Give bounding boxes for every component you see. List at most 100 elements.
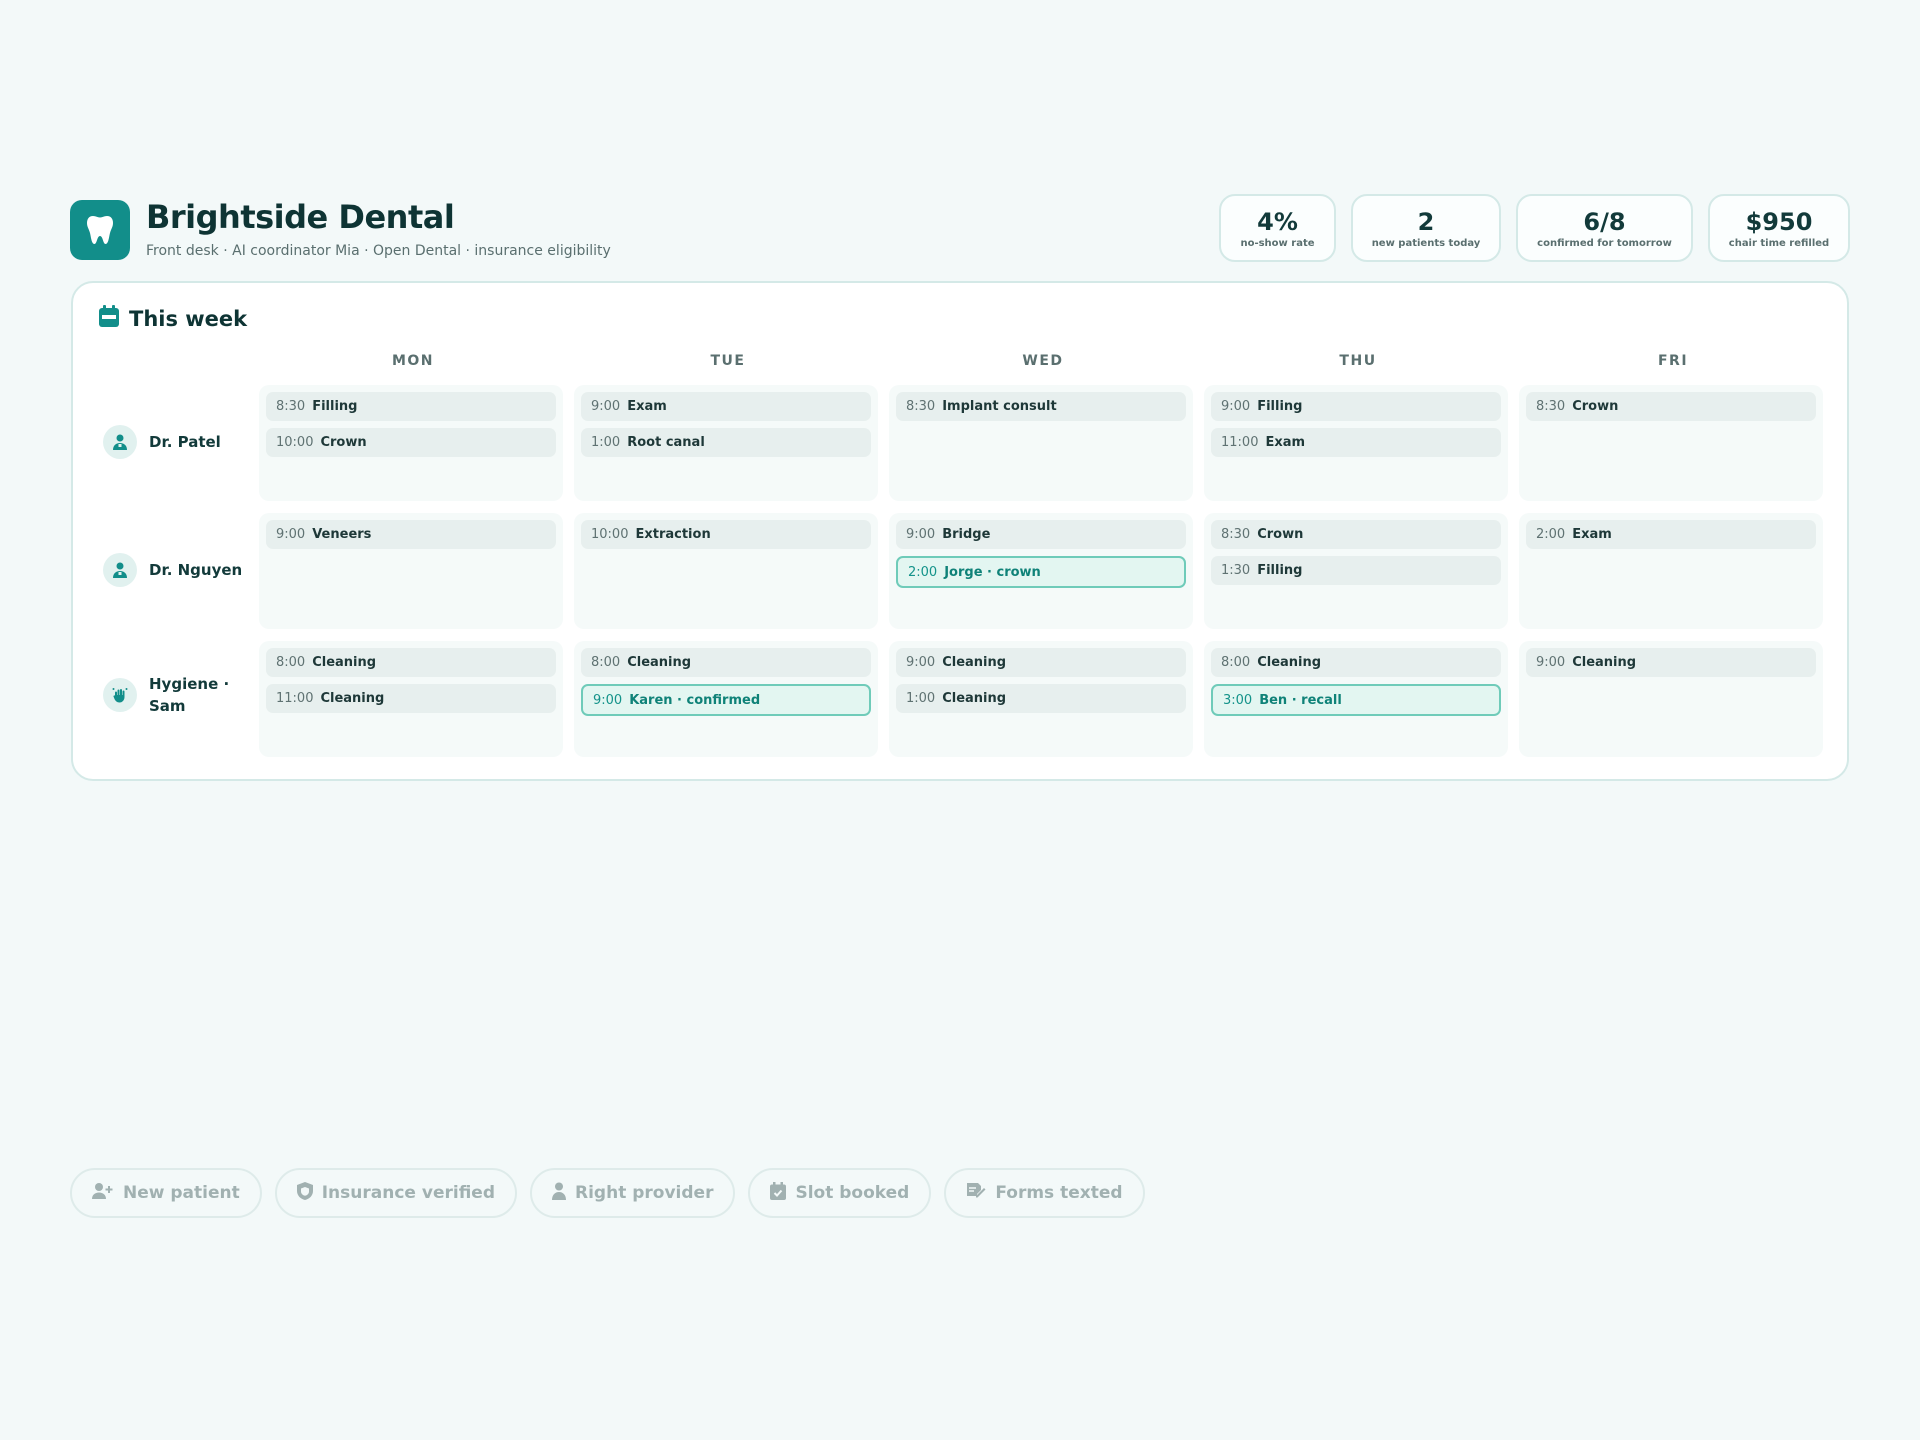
appointment[interactable]: 8:30 Implant consult (896, 392, 1186, 421)
appointment-time: 9:00 (276, 527, 306, 542)
appointment[interactable]: 10:00 Extraction (581, 520, 871, 549)
shield-icon (296, 1181, 313, 1205)
appointment[interactable]: 9:00 Filling (1211, 392, 1501, 421)
calendar-icon (99, 305, 119, 332)
appointment[interactable]: 9:00 Cleaning (896, 648, 1186, 677)
appointment-time: 9:00 (591, 399, 621, 414)
appointment-time: 10:00 (591, 527, 629, 542)
stat-confirmed: 6/8 confirmed for tomorrow (1516, 194, 1693, 262)
schedule-cell-mon[interactable]: 8:30 Filling 10:00 Crown (259, 385, 563, 501)
appointment-time: 1:30 (1221, 563, 1251, 578)
appointment-type: Root canal (627, 435, 705, 450)
dentist-icon (103, 553, 137, 587)
appointment-type: Crown (320, 435, 367, 450)
schedule-cell-wed[interactable]: 9:00 Bridge 2:00 Jorge · crown (889, 513, 1193, 629)
appointment[interactable]: 8:00 Cleaning (266, 648, 556, 677)
provider-name: Dr. Patel (149, 433, 221, 451)
step-slot-booked[interactable]: Slot booked (748, 1168, 932, 1218)
schedule-cell-fri[interactable]: 9:00 Cleaning (1519, 641, 1823, 757)
dentist-icon (103, 425, 137, 459)
step-insurance-verified[interactable]: Insurance verified (274, 1168, 517, 1218)
appointment-new[interactable]: 3:00 Ben · recall (1211, 684, 1501, 716)
appointment-type: Exam (627, 399, 667, 414)
appointment[interactable]: 8:30 Filling (266, 392, 556, 421)
appointment-time: 9:00 (906, 655, 936, 670)
appointment-type: Cleaning (320, 691, 385, 706)
schedule-cell-wed[interactable]: 8:30 Implant consult (889, 385, 1193, 501)
appointment-time: 8:30 (1536, 399, 1566, 414)
appointment-time: 8:00 (591, 655, 621, 670)
appointment-time: 8:30 (1221, 527, 1251, 542)
appointment-time: 9:00 (1536, 655, 1566, 670)
stat-label: chair time refilled (1728, 237, 1830, 249)
appointment[interactable]: 11:00 Cleaning (266, 684, 556, 713)
appointment-type: Cleaning (312, 655, 377, 670)
stat-label: confirmed for tomorrow (1537, 237, 1672, 249)
appointment-time: 1:00 (591, 435, 621, 450)
appointment[interactable]: 11:00 Exam (1211, 428, 1501, 457)
appointment[interactable]: 1:00 Root canal (581, 428, 871, 457)
step-forms-texted[interactable]: Forms texted (944, 1168, 1145, 1218)
appointment[interactable]: 1:30 Filling (1211, 556, 1501, 585)
appointment[interactable]: 8:30 Crown (1526, 392, 1816, 421)
doctor-icon (552, 1182, 566, 1205)
appointment[interactable]: 8:00 Cleaning (581, 648, 871, 677)
stat-value: $950 (1745, 207, 1813, 236)
schedule-cell-tue[interactable]: 10:00 Extraction (574, 513, 878, 629)
signature-icon (966, 1182, 986, 1205)
appointment[interactable]: 9:00 Exam (581, 392, 871, 421)
appointment[interactable]: 9:00 Cleaning (1526, 648, 1816, 677)
day-header-thu: THU (1339, 353, 1377, 369)
provider-name: Hygiene · Sam (149, 675, 230, 715)
appointment[interactable]: 9:00 Bridge (896, 520, 1186, 549)
appointment-time: 2:00 (1536, 527, 1566, 542)
appointment[interactable]: 1:00 Cleaning (896, 684, 1186, 713)
schedule-cell-tue[interactable]: 8:00 Cleaning 9:00 Karen · confirmed (574, 641, 878, 757)
appointment-time: 8:30 (276, 399, 306, 414)
user-plus-icon (92, 1182, 114, 1205)
page-subtitle: Front desk · AI coordinator Mia · Open D… (146, 243, 611, 259)
appointment-time: 9:00 (906, 527, 936, 542)
appointment[interactable]: 8:30 Crown (1211, 520, 1501, 549)
appointment-time: 9:00 (593, 692, 623, 708)
provider-dr-nguyen: Dr. Nguyen (103, 553, 253, 587)
appointment-type: Bridge (942, 527, 991, 542)
appointment-time: 11:00 (1221, 435, 1259, 450)
appointment-type: Ben · recall (1259, 692, 1342, 708)
schedule-cell-fri[interactable]: 2:00 Exam (1519, 513, 1823, 629)
appointment[interactable]: 10:00 Crown (266, 428, 556, 457)
stat-value: 2 (1417, 207, 1435, 236)
appointment-new[interactable]: 9:00 Karen · confirmed (581, 684, 871, 716)
appointment-type: Crown (1572, 399, 1619, 414)
appointment-type: Exam (1572, 527, 1612, 542)
schedule-cell-mon[interactable]: 8:00 Cleaning 11:00 Cleaning (259, 641, 563, 757)
schedule-cell-thu[interactable]: 8:30 Crown 1:30 Filling (1204, 513, 1508, 629)
appointment-type: Veneers (312, 527, 372, 542)
appointment-time: 8:00 (276, 655, 306, 670)
step-new-patient[interactable]: New patient (70, 1168, 262, 1218)
schedule-cell-tue[interactable]: 9:00 Exam 1:00 Root canal (574, 385, 878, 501)
schedule-cell-mon[interactable]: 9:00 Veneers (259, 513, 563, 629)
schedule-cell-fri[interactable]: 8:30 Crown (1519, 385, 1823, 501)
schedule-title-text: This week (129, 306, 248, 331)
header: Brightside Dental Front desk · AI coordi… (70, 194, 1850, 266)
appointment-type: Crown (1257, 527, 1304, 542)
step-label: Slot booked (795, 1183, 910, 1203)
appointment[interactable]: 2:00 Exam (1526, 520, 1816, 549)
appointment-new[interactable]: 2:00 Jorge · crown (896, 556, 1186, 588)
stat-new-patients: 2 new patients today (1351, 194, 1501, 262)
appointment[interactable]: 9:00 Veneers (266, 520, 556, 549)
step-right-provider[interactable]: Right provider (530, 1168, 736, 1218)
step-label: Insurance verified (321, 1183, 495, 1203)
appointment-time: 3:00 (1223, 692, 1253, 708)
appointment-type: Filling (1257, 399, 1303, 414)
provider-dr-patel: Dr. Patel (103, 425, 253, 459)
appointment-type: Implant consult (942, 399, 1057, 414)
provider-hygiene-sam: Hygiene · Sam (103, 673, 253, 717)
schedule-cell-wed[interactable]: 9:00 Cleaning 1:00 Cleaning (889, 641, 1193, 757)
day-header-wed: WED (1022, 353, 1064, 369)
stat-value: 4% (1257, 207, 1298, 236)
appointment[interactable]: 8:00 Cleaning (1211, 648, 1501, 677)
schedule-cell-thu[interactable]: 9:00 Filling 11:00 Exam (1204, 385, 1508, 501)
schedule-cell-thu[interactable]: 8:00 Cleaning 3:00 Ben · recall (1204, 641, 1508, 757)
